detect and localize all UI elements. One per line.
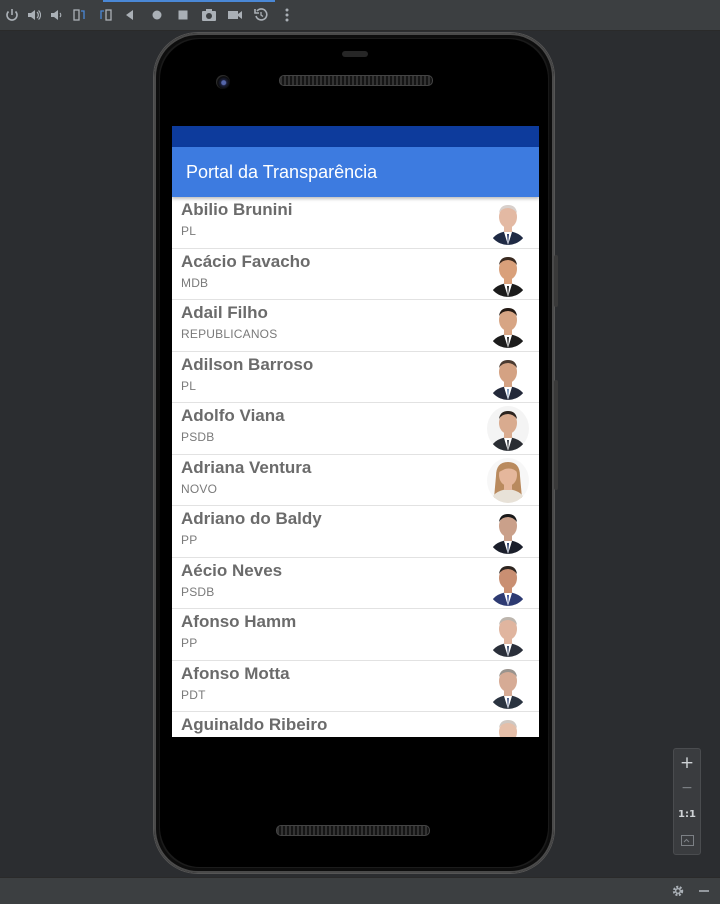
deputado-photo-avatar [487, 303, 529, 348]
deputado-photo-avatar [487, 663, 529, 709]
deputado-list-item[interactable]: Afonso Motta PDT [172, 661, 539, 712]
deputado-name: Afonso Motta [181, 663, 290, 683]
deputado-party: PDT [181, 687, 206, 702]
deputado-party: PL [181, 224, 197, 238]
deputado-photo-avatar [487, 509, 529, 554]
deputado-party: PSDB [181, 584, 215, 599]
deputado-name: Adriana Ventura [181, 457, 312, 477]
deputado-photo-avatar [487, 715, 529, 737]
deputado-photo-avatar [487, 200, 529, 245]
deputados-list[interactable]: Abilio Brunini PL Acácio Favacho MDB Adail F… [172, 197, 539, 737]
zoom-controls: + − 1:1 [673, 748, 701, 855]
emulator-toolbar [0, 0, 720, 31]
power-side-button[interactable] [554, 255, 558, 307]
video-icon[interactable] [226, 6, 244, 24]
deputado-list-item[interactable]: Adail Filho REPUBLICANOS [172, 300, 539, 352]
rotate-left-icon[interactable] [70, 6, 88, 24]
zoom-actual-size-button[interactable]: 1:1 [674, 802, 700, 826]
deputado-name: Adilson Barroso [181, 354, 314, 374]
snapshot-icon[interactable] [252, 6, 270, 24]
device-top-slot [342, 51, 368, 57]
deputado-party: PL [181, 378, 197, 393]
bottom-speaker [276, 825, 430, 836]
volume-down-icon[interactable] [47, 6, 65, 24]
deputado-party: MDB [181, 275, 209, 290]
deputado-name: Aguinaldo Ribeiro [181, 715, 328, 734]
device-screen: Portal da Transparência Abilio Brunini PL… [172, 126, 539, 737]
settings-gear-icon[interactable] [669, 882, 687, 900]
deputado-photo-avatar [487, 406, 529, 451]
deputado-photo-avatar [487, 251, 529, 297]
overview-icon[interactable] [174, 6, 192, 24]
active-tab-indicator [103, 0, 275, 2]
deputado-name: Adriano do Baldy [181, 509, 322, 528]
home-icon[interactable] [148, 6, 166, 24]
volume-up-icon[interactable] [25, 6, 43, 24]
deputado-party: NOVO [181, 481, 218, 496]
deputado-name: Acácio Favacho [181, 251, 311, 271]
earpiece-speaker [279, 75, 433, 86]
deputado-list-item[interactable]: Abilio Brunini PL [172, 197, 539, 249]
deputado-name: Adolfo Viana [181, 406, 285, 425]
app-bar: Portal da Transparência [172, 147, 539, 197]
deputado-list-item[interactable]: Afonso Hamm PP [172, 609, 539, 661]
deputado-photo-avatar [487, 612, 529, 657]
deputado-name: Abilio Brunini [181, 200, 293, 219]
zoom-in-button[interactable]: + [674, 751, 700, 775]
deputado-party: REPUBLICANOS [181, 327, 278, 341]
deputado-party: PP [181, 636, 198, 650]
back-icon[interactable] [121, 6, 139, 24]
front-camera-icon [216, 75, 230, 89]
power-icon[interactable] [3, 6, 21, 24]
deputado-photo-avatar [487, 457, 529, 503]
camera-icon[interactable] [200, 6, 218, 24]
deputado-party: PP [181, 533, 198, 547]
deputado-list-item[interactable]: Adolfo Viana PSDB [172, 403, 539, 455]
deputado-name: Afonso Hamm [181, 612, 297, 631]
volume-side-button[interactable] [554, 380, 558, 490]
deputado-list-item[interactable]: Aécio Neves PSDB [172, 558, 539, 609]
deputado-photo-avatar [487, 354, 529, 400]
deputado-list-item[interactable]: Adriano do Baldy PP [172, 506, 539, 558]
more-icon[interactable] [278, 6, 296, 24]
minimize-icon[interactable] [695, 882, 713, 900]
fit-screen-icon[interactable] [674, 828, 700, 852]
zoom-out-button[interactable]: − [674, 776, 700, 800]
deputado-name: Aécio Neves [181, 560, 283, 580]
deputado-photo-avatar [487, 560, 529, 606]
deputado-list-item[interactable]: Adilson Barroso PL [172, 352, 539, 403]
deputado-list-item[interactable]: Aguinaldo Ribeiro [172, 712, 539, 737]
deputado-list-item[interactable]: Adriana Ventura NOVO [172, 455, 539, 506]
bottom-toolbar [0, 877, 720, 904]
deputado-party: PSDB [181, 430, 215, 444]
deputado-name: Adail Filho [181, 303, 268, 322]
rotate-right-icon[interactable] [97, 6, 115, 24]
app-title: Portal da Transparência [186, 161, 378, 182]
status-bar [172, 126, 539, 147]
deputado-list-item[interactable]: Acácio Favacho MDB [172, 249, 539, 300]
